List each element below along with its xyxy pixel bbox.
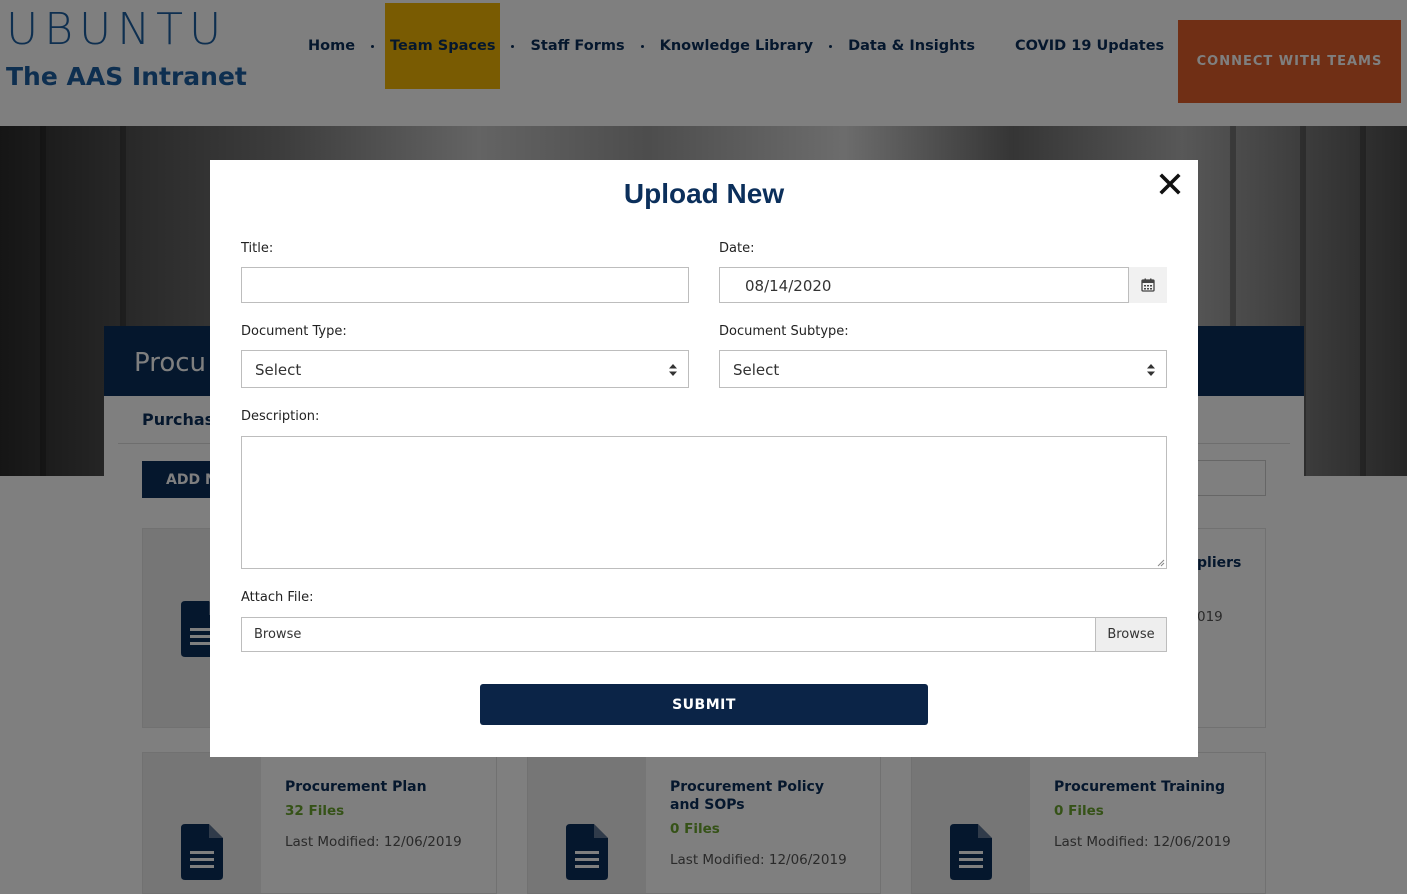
date-value: 08/14/2020 xyxy=(745,277,832,295)
upload-modal: Upload New Title: Date: 08/14/2020 Docum… xyxy=(210,160,1198,757)
resize-handle-icon[interactable] xyxy=(1156,558,1165,567)
date-input[interactable]: 08/14/2020 xyxy=(719,267,1167,303)
select-value: Select xyxy=(255,361,302,379)
file-input-placeholder: Browse xyxy=(254,627,302,642)
submit-button[interactable]: SUBMIT xyxy=(480,684,928,725)
date-label: Date: xyxy=(719,241,755,256)
modal-title: Upload New xyxy=(623,178,785,209)
document-subtype-label: Document Subtype: xyxy=(719,324,849,339)
select-value: Select xyxy=(733,361,780,379)
description-textarea[interactable] xyxy=(241,436,1167,569)
document-subtype-select[interactable]: Select xyxy=(719,350,1167,388)
document-type-select[interactable]: Select xyxy=(241,350,689,388)
date-picker-button[interactable] xyxy=(1128,267,1167,303)
file-input[interactable]: Browse Browse xyxy=(241,617,1167,652)
title-input[interactable] xyxy=(241,267,689,303)
close-icon[interactable] xyxy=(1158,172,1182,196)
select-arrows-icon xyxy=(1147,364,1155,376)
attach-file-label: Attach File: xyxy=(241,590,314,605)
title-label: Title: xyxy=(241,241,274,256)
select-arrows-icon xyxy=(669,364,677,376)
description-label: Description: xyxy=(241,409,320,424)
calendar-icon xyxy=(1141,278,1155,292)
document-type-label: Document Type: xyxy=(241,324,347,339)
browse-button[interactable]: Browse xyxy=(1095,617,1167,652)
